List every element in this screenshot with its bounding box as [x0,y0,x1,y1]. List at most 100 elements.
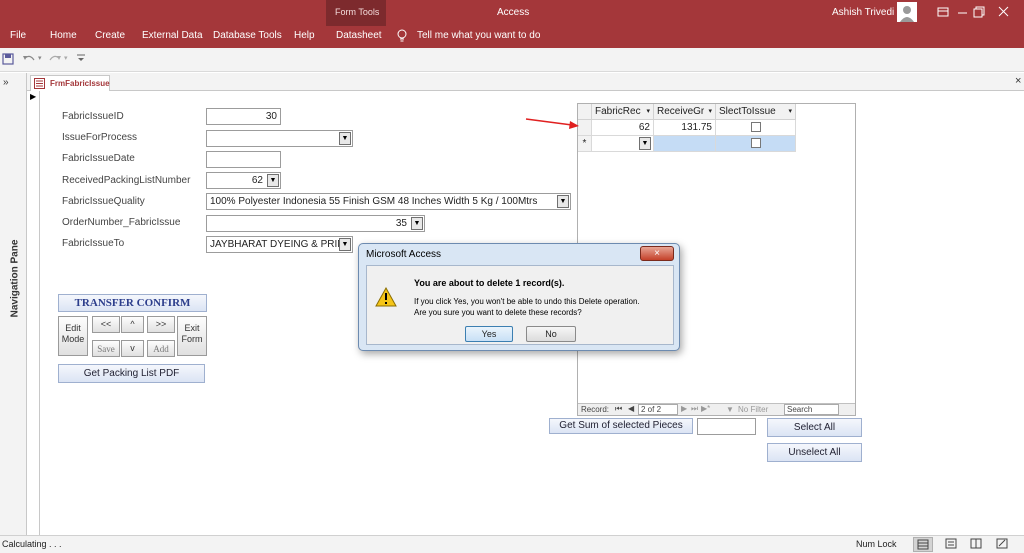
column-header-fabricrec[interactable]: FabricRec ▾ [592,104,654,120]
restore-icon[interactable] [971,4,987,20]
column-header-slecttoissue[interactable]: SlectToIssue ▾ [716,104,796,120]
sum-field[interactable] [697,418,756,435]
get-packing-list-pdf-button[interactable]: Get Packing List PDF [58,364,205,383]
received-packing-list-value: 62 [251,175,263,186]
dropdown-arrow-icon[interactable]: ▼ [267,174,279,187]
new-row-cell-receivegr[interactable] [654,136,716,152]
yes-button[interactable]: Yes [465,326,513,342]
save-button[interactable]: Save [92,340,120,357]
select-checkbox[interactable] [750,138,761,148]
tab-datasheet[interactable]: Datasheet [336,30,382,41]
column-header-label: ReceiveGr [657,106,705,117]
expand-nav-icon[interactable]: » [3,77,9,88]
cell-slecttoissue[interactable] [716,120,796,136]
last-record-icon[interactable]: ⏭ [691,404,698,414]
tab-help[interactable]: Help [294,30,315,41]
close-document-icon[interactable]: × [1015,75,1021,87]
fabric-issue-quality-combo[interactable]: 100% Polyester Indonesia 55 Finish GSM 4… [206,193,571,210]
layout-view-icon[interactable] [967,537,987,552]
last-record-button[interactable]: >> [147,316,175,333]
record-selector[interactable]: ▶ [27,91,40,535]
user-avatar[interactable] [897,2,917,22]
received-packing-list-combo[interactable]: 62 ▼ [206,172,281,189]
tab-database-tools[interactable]: Database Tools [213,30,282,41]
dropdown-arrow-icon[interactable]: ▼ [339,132,351,145]
get-sum-button[interactable]: Get Sum of selected Pieces [549,418,693,434]
design-view-icon[interactable] [993,537,1013,552]
first-record-button[interactable]: << [92,316,120,333]
tab-file[interactable]: File [10,30,26,41]
customize-qat-icon[interactable] [76,53,86,63]
previous-record-icon[interactable]: ◀ [628,404,634,413]
first-record-icon[interactable]: ⏮ [615,404,622,414]
ribbon-display-icon[interactable] [935,4,951,20]
dialog-close-icon[interactable]: × [640,246,674,261]
document-tab-label: FrmFabricIssue [50,79,110,88]
record-position-field[interactable]: 2 of 2 [638,404,678,415]
minimize-icon[interactable] [955,4,971,20]
cell-fabricrec[interactable]: 62 [592,120,654,136]
new-row-cell-slecttoissue[interactable] [716,136,796,152]
status-bar: Calculating . . . Num Lock [0,535,1024,553]
redo-icon[interactable] [48,53,62,65]
next-record-icon[interactable]: ▶ [681,404,687,413]
new-row-cell-fabricrec[interactable]: ▼ [592,136,654,152]
dropdown-arrow-icon[interactable]: ▼ [639,137,651,150]
fabric-issue-date-field[interactable] [206,151,281,168]
edit-mode-button[interactable]: Edit Mode [58,316,88,356]
sort-menu-icon[interactable]: ▾ [708,107,712,115]
context-group-label: Form Tools [335,7,380,17]
tab-external-data[interactable]: External Data [142,30,203,41]
new-row-selector[interactable]: * [578,136,592,152]
dialog-message-line2: Are you sure you want to delete these re… [414,308,582,317]
quick-access-toolbar: ▾ ▾ [0,48,1024,72]
lightbulb-icon [396,29,408,43]
unselect-all-button[interactable]: Unselect All [767,443,862,462]
search-field[interactable]: Search [784,404,839,415]
document-tab[interactable]: FrmFabricIssue [30,75,110,91]
issue-for-process-combo[interactable]: ▼ [206,130,353,147]
tab-create[interactable]: Create [95,30,125,41]
redo-dropdown-icon[interactable]: ▾ [64,54,70,62]
transfer-confirm-button[interactable]: TRANSFER CONFIRM [58,294,207,312]
fabric-issue-id-field[interactable]: 30 [206,108,281,125]
exit-form-button[interactable]: Exit Form [177,316,207,356]
undo-icon[interactable] [22,53,36,65]
datasheet-view-icon[interactable] [913,537,933,552]
select-checkbox[interactable] [750,122,761,132]
undo-dropdown-icon[interactable]: ▾ [38,54,44,62]
form-view-icon[interactable] [942,537,962,552]
dialog-title: Microsoft Access [366,249,442,260]
cell-receivegr[interactable]: 131.75 [654,120,716,136]
label-fabric-issue-to: FabricIssueTo [62,238,125,249]
next-record-button[interactable]: v [121,340,144,357]
filter-status[interactable]: No Filter [738,405,768,414]
sort-menu-icon[interactable]: ▾ [646,107,650,115]
no-button[interactable]: No [526,326,576,342]
order-number-value: 35 [395,218,407,229]
user-avatar-icon [900,6,914,22]
column-header-receivegr[interactable]: ReceiveGr ▾ [654,104,716,120]
filter-icon: ▼ [726,405,734,414]
tell-me-box[interactable]: Tell me what you want to do [417,30,540,41]
user-name[interactable]: Ashish Trivedi [832,7,894,18]
label-issue-for-process: IssueForProcess [62,132,138,143]
dropdown-arrow-icon[interactable]: ▼ [557,195,569,208]
new-record-icon[interactable]: ▶* [701,404,710,413]
dropdown-arrow-icon[interactable]: ▼ [339,238,351,251]
add-button[interactable]: Add [147,340,175,357]
dropdown-arrow-icon[interactable]: ▼ [411,217,423,230]
sort-menu-icon[interactable]: ▾ [788,107,792,115]
save-icon[interactable] [2,53,14,65]
navigation-pane[interactable]: » Navigation Pane [0,73,27,535]
select-all-button[interactable]: Select All [767,418,862,437]
previous-record-button[interactable]: ^ [121,316,144,333]
fabric-issue-to-combo[interactable]: JAYBHARAT DYEING & PRINT ▼ [206,236,353,253]
record-label: Record: [581,405,610,414]
tab-home[interactable]: Home [50,30,77,41]
label-order-number: OrderNumber_FabricIssue [62,217,181,228]
order-number-combo[interactable]: 35 ▼ [206,215,425,232]
close-window-icon[interactable] [996,4,1012,20]
warning-icon [375,287,397,307]
label-fabric-issue-quality: FabricIssueQuality [62,196,145,207]
